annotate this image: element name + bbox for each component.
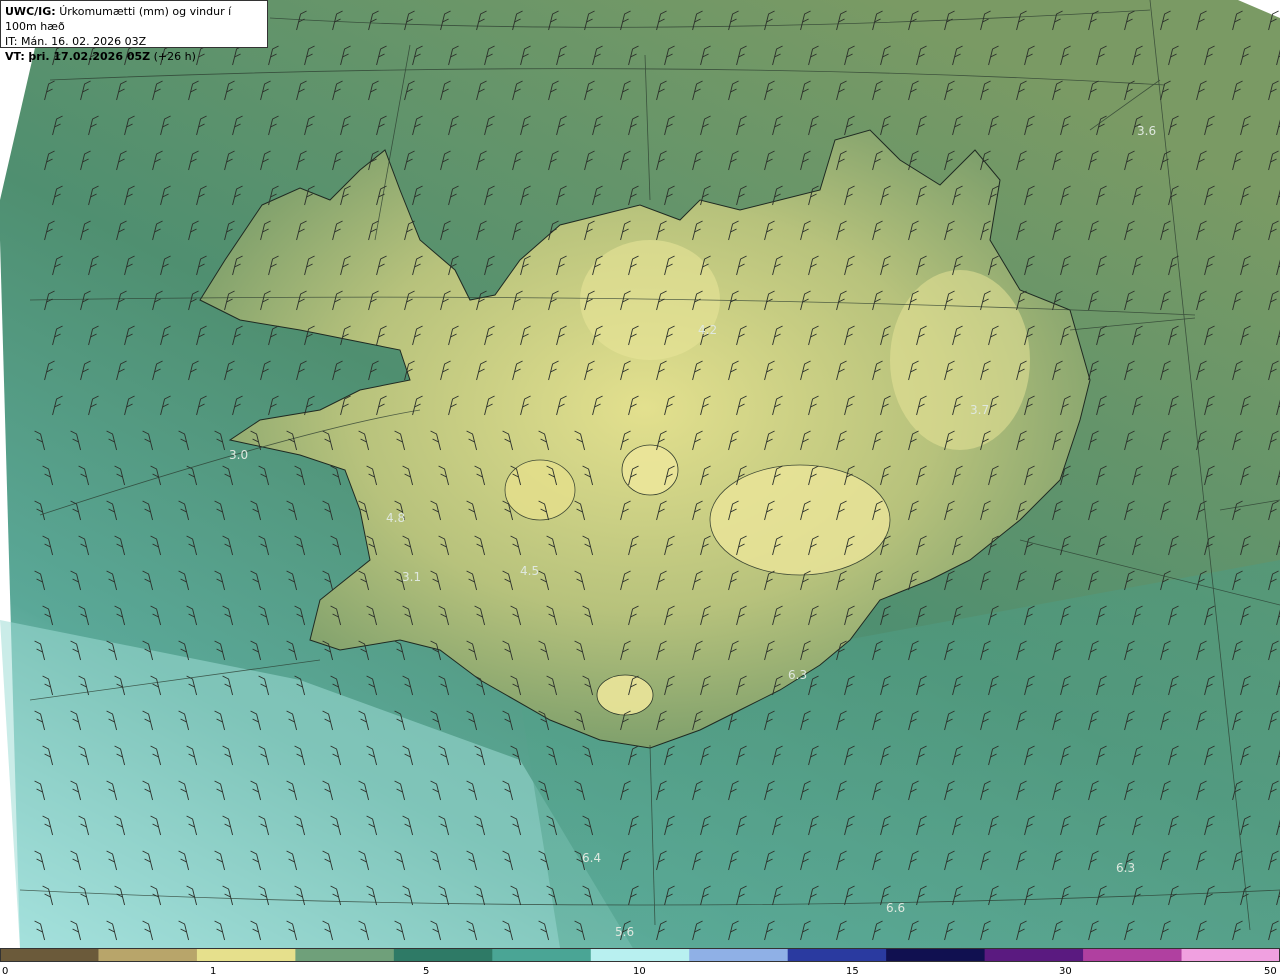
colorbar-segment	[689, 948, 789, 962]
value-label: 6.3	[788, 668, 807, 682]
value-label: 3.7	[970, 403, 989, 417]
value-label: 6.4	[582, 851, 601, 865]
valid-time-line: VT: þri. 17.02.2026 05Z (+26 h)	[5, 49, 263, 64]
value-label: 4.8	[386, 511, 405, 525]
value-label: 4.2	[698, 323, 717, 337]
initial-time: IT: Mán. 16. 02. 2026 03Z	[5, 35, 147, 48]
value-label: 3.0	[229, 448, 248, 462]
valid-offset: (+26 h)	[153, 50, 196, 63]
product-name: UWC/IG:	[5, 5, 56, 18]
colorbar-segment	[1083, 948, 1183, 962]
colorbar	[0, 948, 1280, 962]
map-title-line: UWC/IG: Úrkomumætti (mm) og vindur í 100…	[5, 4, 263, 34]
colorbar-segment	[0, 948, 100, 962]
colorbar-segment	[984, 948, 1085, 962]
value-label: 5.6	[615, 925, 634, 939]
colorbar-segment	[98, 948, 198, 962]
map-canvas: 3.6 4.2 3.7 3.0 4.8 3.1 4.5 6.3 6.4 6.3 …	[0, 0, 1280, 977]
colorbar-segment	[590, 948, 691, 962]
map-info-box: UWC/IG: Úrkomumætti (mm) og vindur í 100…	[0, 0, 268, 63]
value-label: 3.6	[1137, 124, 1156, 138]
colorbar-tick-label: 30	[1059, 966, 1072, 977]
colorbar-tick-label: 5	[423, 966, 429, 977]
value-label: 3.1	[402, 570, 421, 584]
colorbar-segment	[492, 948, 592, 962]
colorbar-segment	[295, 948, 395, 962]
glacier-hofsjokull	[621, 444, 679, 496]
valid-prefix: VT:	[5, 50, 25, 63]
value-label: 6.3	[1116, 861, 1135, 875]
glacier-myrdalsjokull	[596, 674, 654, 716]
value-label: 6.6	[886, 901, 905, 915]
colorbar-tick-label: 15	[846, 966, 859, 977]
highland-highlight-east	[890, 270, 1030, 450]
valid-time: þri. 17.02.2026 05Z	[28, 50, 151, 63]
colorbar-segment	[196, 948, 297, 962]
colorbar-tick-label: 10	[633, 966, 646, 977]
colorbar-ticks: 0 1 5 10 15 30 50	[2, 966, 1277, 977]
colorbar-tick-label: 50	[1264, 966, 1277, 977]
colorbar-segment	[787, 948, 888, 962]
colorbar-segment	[1181, 948, 1280, 962]
colorbar-segment	[886, 948, 986, 962]
colorbar-tick-label: 1	[210, 966, 216, 977]
value-label: 4.5	[520, 564, 539, 578]
glacier-langjokull	[504, 459, 576, 521]
colorbar-tick-label: 0	[2, 966, 8, 977]
map-view[interactable]: 3.6 4.2 3.7 3.0 4.8 3.1 4.5 6.3 6.4 6.3 …	[0, 0, 1280, 978]
colorbar-segment	[393, 948, 494, 962]
